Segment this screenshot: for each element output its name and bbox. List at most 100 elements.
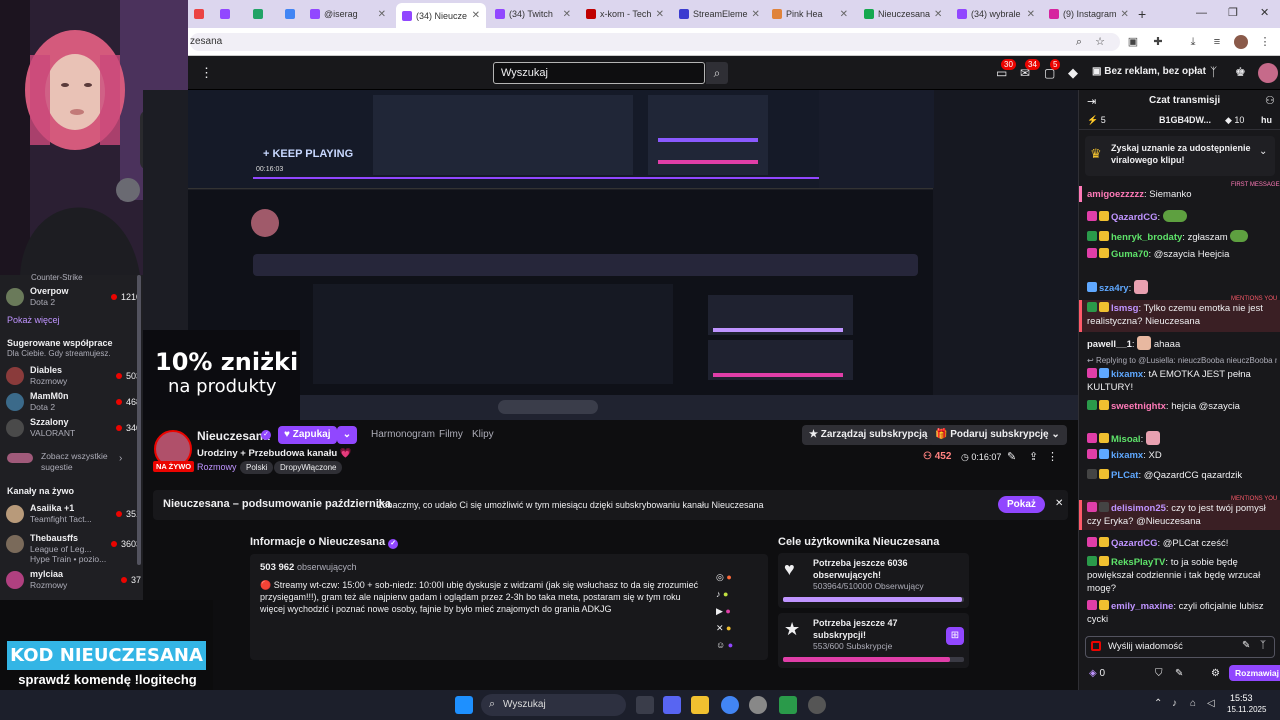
streaming-app-icon[interactable]	[808, 696, 826, 714]
follow-dropdown-chevron-icon[interactable]: ⌄	[337, 426, 357, 444]
taskbar-search[interactable]: ⌕ Wyszukaj	[481, 694, 626, 716]
browser-tab[interactable]: (34) wybrale ✕	[951, 4, 1041, 24]
category-link[interactable]: Rozmowy	[197, 462, 237, 472]
video-player[interactable]: + KEEP PLAYING 00:16:03 10% zniżki na pr…	[143, 90, 1078, 420]
search-icon[interactable]: ⌕	[706, 62, 728, 84]
chat-username[interactable]: QazardCG	[1111, 212, 1157, 223]
browser-tab[interactable]: @iserag ✕	[304, 4, 392, 24]
tab-close-icon[interactable]: ✕	[752, 9, 760, 20]
chat-username[interactable]: emily_maxine	[1111, 601, 1173, 612]
download-icon[interactable]: ⤓	[1186, 35, 1200, 49]
media-icon[interactable]: ≡	[1210, 35, 1224, 49]
tab-close-icon[interactable]: ✕	[840, 9, 848, 20]
tab-klipy[interactable]: Klipy	[472, 429, 494, 440]
chat-username[interactable]: delisimon25	[1111, 503, 1166, 514]
youtube-icon[interactable]: ▶ ●	[716, 606, 746, 623]
chat-username[interactable]: QazardCG	[1111, 538, 1157, 549]
browser-tab[interactable]: (34) Twitch ✕	[489, 4, 577, 24]
tab-close-icon[interactable]: ✕	[1121, 9, 1129, 20]
file-explorer-icon[interactable]	[691, 696, 709, 714]
share-icon[interactable]: ⇪	[1029, 450, 1038, 463]
tag-polski[interactable]: Polski	[240, 461, 274, 474]
chrome-icon[interactable]	[721, 696, 739, 714]
prime-icon[interactable]: ◆	[1068, 65, 1078, 81]
zoom-icon[interactable]: ⌕	[1072, 35, 1086, 49]
mic-icon[interactable]: ♪	[1172, 698, 1177, 709]
ad-free-button[interactable]: ▣ Bez reklam, bez opłat	[1092, 66, 1206, 77]
browser-tab[interactable]: Pink Hea ✕	[766, 4, 854, 24]
menu-dots-icon[interactable]: ⋮	[1258, 35, 1272, 49]
more-options-icon[interactable]: ⋮	[1047, 450, 1058, 463]
browser-tab[interactable]: Nieuczesana ✕	[858, 4, 948, 24]
chat-username[interactable]: kixamx	[1111, 369, 1143, 380]
clock-time[interactable]: 15:53	[1230, 693, 1253, 703]
extension-icon[interactable]: ▣	[1126, 35, 1140, 49]
sidebar-channel-asaiika[interactable]: Asaiika +1 Teamfight Tact... 351	[6, 501, 141, 527]
tab-close-icon[interactable]: ✕	[563, 9, 571, 20]
sidebar-channel-diables[interactable]: Diables Rozmowy 503	[6, 363, 141, 389]
gift-icon[interactable]: ⊞	[946, 627, 964, 645]
sidebar-channel-szzalony[interactable]: Szzalony VALORANT 340	[6, 415, 141, 441]
chat-username[interactable]: sweetnightx	[1111, 401, 1166, 412]
chat-username[interactable]: lsmsg	[1111, 303, 1138, 314]
chat-username[interactable]: Misoal	[1111, 434, 1141, 445]
clock-date[interactable]: 15.11.2025	[1227, 705, 1266, 714]
chat-username[interactable]: pawell__1	[1087, 339, 1132, 350]
chat-username[interactable]: PLCat	[1111, 470, 1138, 481]
tab-filmy[interactable]: Filmy	[439, 429, 463, 440]
chat-username[interactable]: Guma70	[1111, 249, 1149, 260]
tab-close-icon[interactable]: ✕	[1027, 9, 1035, 20]
channel-points-icon[interactable]: ◈ 0	[1089, 668, 1105, 679]
crown-icon[interactable]: ♚	[1235, 65, 1246, 79]
tiktok-icon[interactable]: ♪ ●	[716, 589, 746, 606]
browser-tab[interactable]	[188, 4, 210, 24]
volume-icon[interactable]: ◁	[1207, 698, 1215, 709]
browser-tab[interactable]	[214, 4, 242, 24]
see-all-suggestions[interactable]: Zobacz wszystkie sugestie ›	[7, 451, 133, 475]
chat-username[interactable]: sza4ry	[1099, 283, 1129, 294]
chevron-down-icon[interactable]: ⌄	[1259, 146, 1267, 157]
minimize-icon[interactable]: —	[1196, 7, 1207, 19]
sidebar-scrollbar[interactable]	[137, 275, 141, 565]
tray-chevron-icon[interactable]: ⌃	[1154, 698, 1162, 709]
browser-tab[interactable]: StreamEleme ✕	[673, 4, 763, 24]
tab-close-icon[interactable]: ✕	[934, 9, 942, 20]
tag-dropy[interactable]: DropyWłączone	[274, 461, 343, 474]
browser-tab[interactable]: x-kom - Tech ✕	[580, 4, 670, 24]
x-icon[interactable]: ✕ ●	[716, 623, 746, 640]
profile-avatar[interactable]	[1234, 35, 1248, 49]
settings-icon[interactable]: ⚙	[1211, 668, 1220, 679]
emote-picker-icon[interactable]: ✎	[1242, 640, 1250, 651]
new-tab-button[interactable]: +	[1138, 6, 1146, 22]
network-icon[interactable]: ⌂	[1190, 698, 1196, 709]
bookmark-star-icon[interactable]: ☆	[1093, 35, 1107, 49]
user-avatar[interactable]	[1258, 63, 1278, 83]
obs-icon[interactable]	[749, 696, 767, 714]
tab-close-icon[interactable]: ✕	[656, 9, 664, 20]
recap-show-button[interactable]: Pokaż	[998, 496, 1045, 513]
tab-close-icon[interactable]: ✕	[378, 9, 386, 20]
follow-button[interactable]: ♥ Zapukaj	[278, 426, 337, 444]
show-more-link[interactable]: Pokaż więcej	[7, 315, 60, 325]
search-input[interactable]: Wyszukaj	[493, 62, 705, 84]
sidebar-channel-thebausffs[interactable]: Thebausffs League of Leg... Hype Train •…	[6, 531, 141, 565]
restore-icon[interactable]: ❐	[1228, 6, 1238, 19]
users-icon[interactable]: ⚇	[1265, 94, 1275, 107]
tab-close-icon[interactable]: ✕	[472, 10, 480, 21]
browser-tab[interactable]: (9) Instagram ✕	[1043, 4, 1131, 24]
edit-icon[interactable]: ✎	[1007, 450, 1016, 463]
discord-icon[interactable]	[663, 696, 681, 714]
chat-username[interactable]: henryk_brodaty	[1111, 232, 1182, 243]
url-field[interactable]: zesana	[190, 33, 1120, 51]
chat-username[interactable]: kixamx	[1111, 450, 1143, 461]
more-menu-icon[interactable]: ⋮	[200, 65, 213, 81]
chat-send-button[interactable]: Rozmawiaj	[1229, 665, 1280, 681]
browser-tab[interactable]	[279, 4, 301, 24]
sidebar-channel-mammon[interactable]: MamM0n Dota 2 468	[6, 389, 141, 415]
sidebar-channel-mylciaa[interactable]: mylciaa Rozmowy 37	[6, 567, 141, 593]
task-view-icon[interactable]	[636, 696, 654, 714]
puzzle-icon[interactable]: ✚	[1151, 35, 1165, 49]
close-window-icon[interactable]: ✕	[1260, 6, 1269, 19]
collapse-chat-icon[interactable]: ⇥	[1087, 95, 1096, 108]
bits-icon[interactable]: ᛉ	[1260, 640, 1266, 651]
